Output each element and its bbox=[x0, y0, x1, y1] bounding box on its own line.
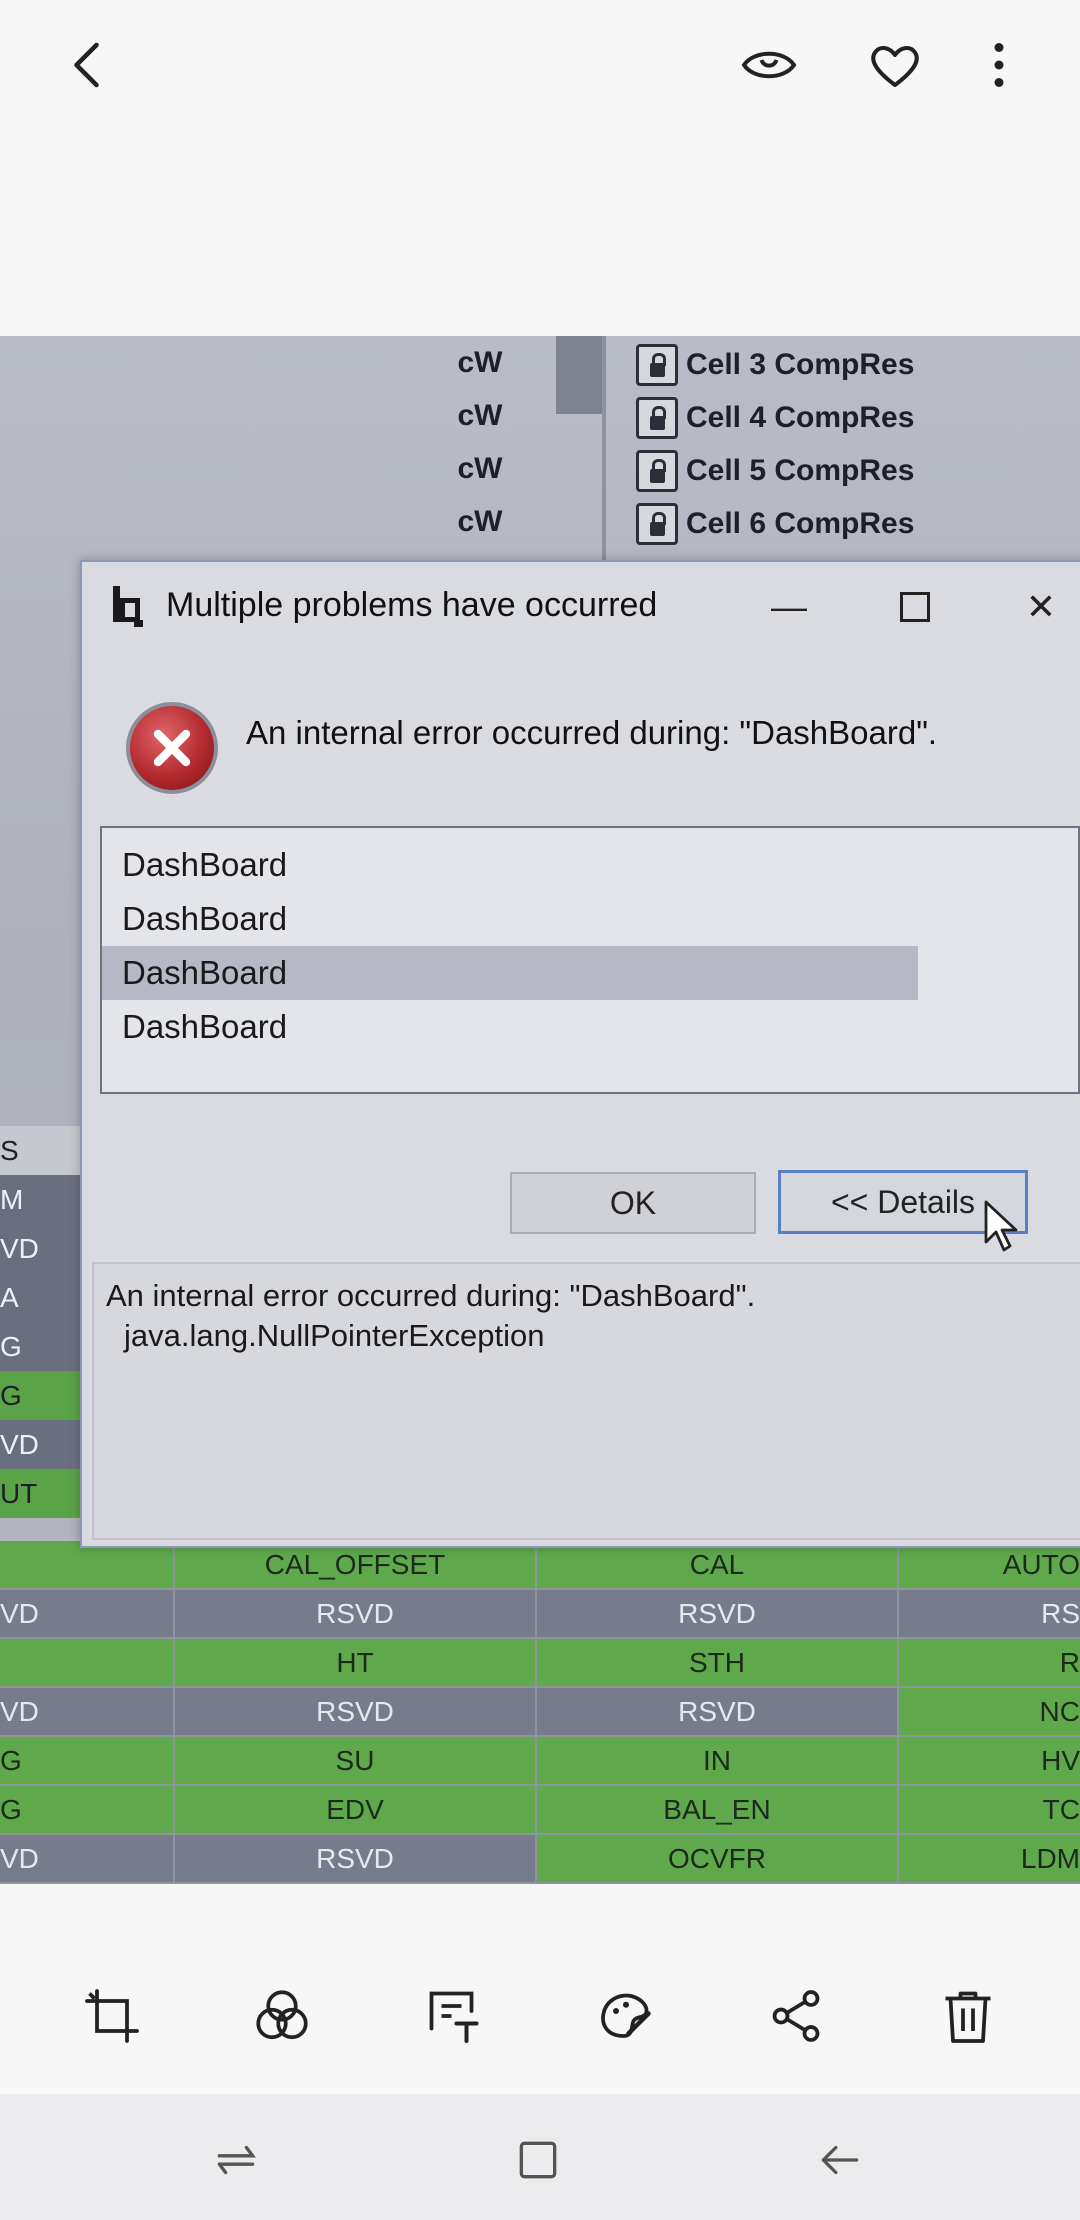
table-row: G EDV BAL_EN TC bbox=[0, 1786, 1080, 1835]
chevron-left-icon bbox=[74, 42, 99, 88]
maximize-icon bbox=[900, 592, 930, 622]
detail-line: java.lang.NullPointerException bbox=[124, 1318, 545, 1353]
lock-icon bbox=[636, 343, 678, 386]
unit-label: cW bbox=[457, 399, 503, 432]
delete-button[interactable] bbox=[928, 1976, 1008, 2056]
recents-icon bbox=[217, 2145, 256, 2175]
unit-label: cW bbox=[457, 505, 503, 538]
favorite-button[interactable] bbox=[860, 30, 930, 100]
table-row: VD RSVD RSVD NC bbox=[0, 1688, 1080, 1737]
table-row: VD RSVD OCVFR LDM bbox=[0, 1835, 1080, 1884]
lock-icon bbox=[636, 396, 678, 439]
heart-icon bbox=[871, 46, 919, 87]
table-row: G SU IN HV bbox=[0, 1737, 1080, 1786]
list-item[interactable]: DashBoard bbox=[102, 892, 1078, 946]
system-navigation-bar bbox=[0, 2094, 1080, 2220]
table-row: CAL_OFFSET CAL AUTO bbox=[0, 1541, 1080, 1590]
error-message: An internal error occurred during: "Dash… bbox=[246, 714, 938, 751]
more-vertical-icon bbox=[994, 43, 1004, 87]
ok-button[interactable]: OK bbox=[510, 1172, 756, 1234]
draw-button[interactable] bbox=[586, 1976, 666, 2056]
problem-list[interactable]: DashBoard DashBoard DashBoard DashBoard bbox=[100, 826, 1080, 1094]
left-label: S bbox=[0, 1126, 80, 1175]
left-label: UT bbox=[0, 1469, 80, 1518]
lock-icon bbox=[636, 502, 678, 545]
left-label: G bbox=[0, 1371, 80, 1420]
share-icon bbox=[772, 1990, 820, 2042]
table-row: VD RSVD RSVD RS bbox=[0, 1590, 1080, 1639]
background-register-table: CAL_OFFSET CAL AUTO VD RSVD RSVD RS HT S… bbox=[0, 1541, 1080, 1884]
crop-rotate-icon bbox=[85, 1989, 139, 2043]
table-row: HT STH R bbox=[0, 1639, 1080, 1688]
left-label: A bbox=[0, 1273, 80, 1322]
list-item: Cell 5 CompRes bbox=[636, 444, 1080, 497]
unit-label: cW bbox=[457, 452, 503, 485]
text-extract-button[interactable] bbox=[414, 1976, 494, 2056]
list-item: Cell 6 CompRes bbox=[636, 497, 1080, 550]
text-scan-icon bbox=[429, 1991, 479, 2043]
lock-icon bbox=[636, 449, 678, 492]
home-button[interactable] bbox=[508, 2130, 568, 2190]
list-item: Cell 4 CompRes bbox=[636, 391, 1080, 444]
dialog-title-bar: Multiple problems have occurred — ✕ bbox=[82, 562, 1080, 652]
top-app-bar bbox=[0, 0, 1080, 130]
list-item-selected[interactable]: DashBoard bbox=[102, 946, 918, 1000]
left-label: G bbox=[0, 1322, 80, 1371]
background-scrollbar bbox=[556, 336, 602, 414]
background-unit-column: cW cW cW cW bbox=[440, 336, 520, 548]
unit-label: cW bbox=[457, 346, 503, 379]
view-button[interactable] bbox=[734, 30, 804, 100]
filters-icon bbox=[256, 1990, 308, 2040]
dialog-title: Multiple problems have occurred bbox=[166, 586, 658, 624]
home-square-icon bbox=[519, 2141, 557, 2179]
trash-icon bbox=[945, 1991, 991, 2043]
app-logo-icon bbox=[113, 586, 143, 627]
background-divider bbox=[602, 336, 606, 566]
system-back-button[interactable] bbox=[810, 2130, 870, 2190]
list-item: Cell 3 CompRes bbox=[636, 338, 1080, 391]
maximize-button[interactable] bbox=[890, 582, 940, 632]
minimize-icon: — bbox=[771, 586, 807, 627]
palette-brush-icon bbox=[601, 1993, 651, 2038]
share-button[interactable] bbox=[756, 1976, 836, 2056]
filters-button[interactable] bbox=[242, 1976, 322, 2056]
background-cell-list: Cell 3 CompRes Cell 4 CompRes Cell 5 Com… bbox=[636, 338, 1080, 550]
mouse-cursor-icon bbox=[984, 1200, 1018, 1252]
left-label: VD bbox=[0, 1420, 80, 1469]
list-item[interactable]: DashBoard bbox=[102, 1000, 1078, 1054]
close-button[interactable]: ✕ bbox=[1016, 582, 1066, 632]
photo-viewer[interactable]: cW cW cW cW Cell 3 CompRes Cell 4 CompRe… bbox=[0, 336, 1080, 1884]
close-icon: ✕ bbox=[1025, 586, 1057, 627]
more-options-button[interactable] bbox=[964, 30, 1034, 100]
minimize-button[interactable]: — bbox=[764, 582, 814, 632]
error-icon bbox=[126, 702, 218, 794]
left-label: VD bbox=[0, 1224, 80, 1273]
recents-button[interactable] bbox=[206, 2130, 266, 2190]
background-left-labels: S M VD A G G VD UT bbox=[0, 1126, 80, 1518]
back-button[interactable] bbox=[54, 30, 124, 100]
crop-button[interactable] bbox=[72, 1976, 152, 2056]
error-dialog: Multiple problems have occurred — ✕ An i… bbox=[80, 560, 1080, 1548]
eye-icon bbox=[741, 51, 797, 79]
details-text-area[interactable]: An internal error occurred during: "Dash… bbox=[92, 1262, 1080, 1540]
arrow-left-icon bbox=[821, 2145, 859, 2175]
left-label: M bbox=[0, 1175, 80, 1224]
list-item[interactable]: DashBoard bbox=[102, 838, 1078, 892]
x-mark-icon bbox=[153, 729, 191, 767]
bottom-toolbar bbox=[0, 1976, 1080, 2076]
detail-line: An internal error occurred during: "Dash… bbox=[106, 1278, 756, 1313]
